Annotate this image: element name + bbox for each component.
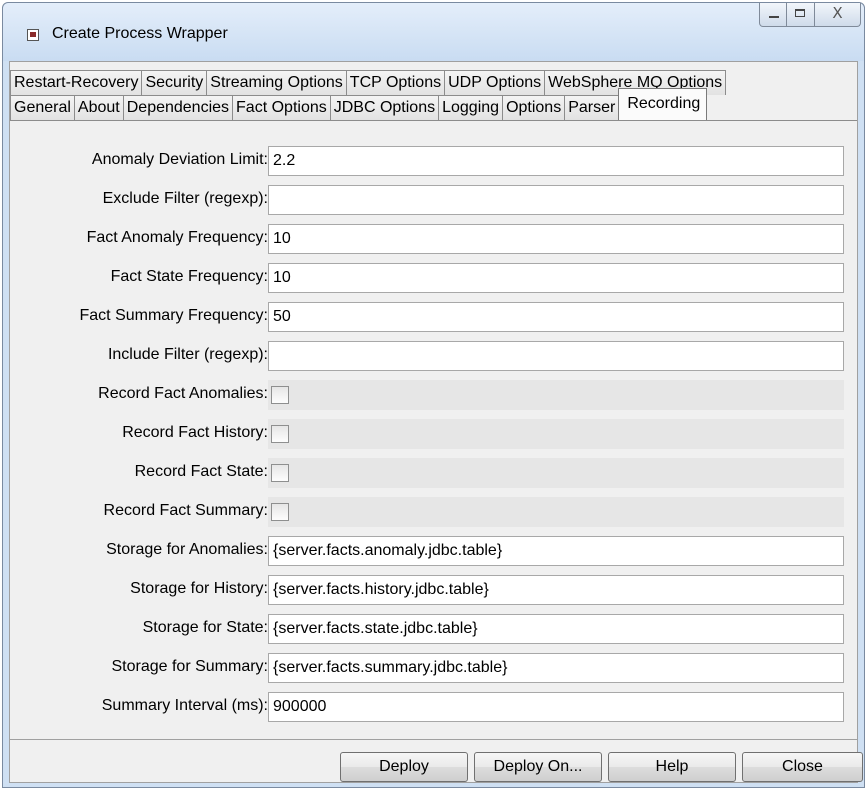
fact-summary-frequency-input[interactable]: 50 [268, 302, 844, 332]
dialog-client-area: Restart-Recovery Security Streaming Opti… [9, 61, 863, 783]
tab-row-2: General About Dependencies Fact Options … [10, 88, 708, 120]
tab-about[interactable]: About [73, 95, 124, 120]
form-row: Record Fact Summary: [10, 496, 857, 528]
deploy-on-button[interactable]: Deploy On... [474, 752, 602, 782]
form-row: Storage for Summary: {server.facts.summa… [10, 652, 857, 684]
record-fact-anomalies-label: Record Fact Anomalies: [98, 385, 268, 402]
fact-anomaly-frequency-label: Fact Anomaly Frequency: [86, 229, 268, 246]
form-row: Record Fact History: [10, 418, 857, 450]
storage-for-history-input[interactable]: {server.facts.history.jdbc.table} [268, 575, 844, 605]
form-row: Storage for History: {server.facts.histo… [10, 574, 857, 606]
tab-general[interactable]: General [10, 95, 75, 120]
record-fact-state-label: Record Fact State: [134, 463, 268, 480]
include-filter-input[interactable] [268, 341, 844, 371]
anomaly-deviation-limit-input[interactable]: 2.2 [268, 146, 844, 176]
exclude-filter-input[interactable] [268, 185, 844, 215]
form-row: Fact Summary Frequency: 50 [10, 301, 857, 333]
fact-state-frequency-label: Fact State Frequency: [110, 268, 268, 285]
record-fact-state-checkbox[interactable] [271, 464, 289, 482]
storage-for-anomalies-label: Storage for Anomalies: [106, 541, 268, 558]
tab-logging[interactable]: Logging [438, 95, 504, 120]
dialog-window: Create Process Wrapper X Restart-Recover… [2, 2, 865, 788]
help-button[interactable]: Help [608, 752, 736, 782]
recording-panel: Anomaly Deviation Limit: 2.2 Exclude Fil… [10, 120, 857, 740]
storage-for-history-label: Storage for History: [130, 580, 268, 597]
caption-buttons: X [759, 3, 861, 27]
storage-for-summary-input[interactable]: {server.facts.summary.jdbc.table} [268, 653, 844, 683]
form-row: Include Filter (regexp): [10, 340, 857, 372]
record-fact-summary-checkbox[interactable] [271, 503, 289, 521]
form-row: Anomaly Deviation Limit: 2.2 [10, 145, 857, 177]
record-fact-summary-label: Record Fact Summary: [103, 502, 268, 519]
record-fact-anomalies-checkbox[interactable] [271, 386, 289, 404]
fact-state-frequency-input[interactable]: 10 [268, 263, 844, 293]
fact-summary-frequency-label: Fact Summary Frequency: [79, 307, 269, 324]
storage-for-summary-label: Storage for Summary: [111, 658, 269, 675]
record-fact-history-row [268, 419, 844, 449]
summary-interval-label: Summary Interval (ms): [101, 697, 268, 714]
fact-anomaly-frequency-input[interactable]: 10 [268, 224, 844, 254]
storage-for-state-input[interactable]: {server.facts.state.jdbc.table} [268, 614, 844, 644]
form-row: Storage for Anomalies: {server.facts.ano… [10, 535, 857, 567]
tab-streaming-options[interactable]: Streaming Options [206, 70, 347, 95]
tab-options[interactable]: Options [502, 95, 566, 120]
summary-interval-input[interactable]: 900000 [268, 692, 844, 722]
close-icon: X [832, 4, 843, 22]
include-filter-label: Include Filter (regexp): [107, 346, 268, 363]
record-fact-state-row [268, 458, 844, 488]
tab-jdbc-options[interactable]: JDBC Options [329, 95, 440, 120]
storage-for-anomalies-input[interactable]: {server.facts.anomaly.jdbc.table} [268, 536, 844, 566]
title-bar[interactable]: Create Process Wrapper X [3, 3, 864, 61]
tab-tcp-options[interactable]: TCP Options [345, 70, 446, 95]
maximize-button[interactable] [787, 3, 815, 27]
storage-for-state-label: Storage for State: [142, 619, 268, 636]
deploy-button[interactable]: Deploy [340, 752, 468, 782]
tab-fact-options[interactable]: Fact Options [232, 95, 331, 120]
app-icon [27, 29, 39, 41]
form-row: Record Fact State: [10, 457, 857, 489]
tab-recording[interactable]: Recording [618, 88, 708, 120]
form-row: Fact Anomaly Frequency: 10 [10, 223, 857, 255]
tab-restart-recovery[interactable]: Restart-Recovery [10, 70, 143, 95]
tab-dependencies[interactable]: Dependencies [122, 95, 234, 120]
window-title: Create Process Wrapper [52, 25, 228, 42]
record-fact-anomalies-row [268, 380, 844, 410]
exclude-filter-label: Exclude Filter (regexp): [102, 190, 268, 207]
button-bar: Deploy Deploy On... Help Close [10, 740, 863, 782]
tab-security[interactable]: Security [141, 70, 208, 95]
form-row: Storage for State: {server.facts.state.j… [10, 613, 857, 645]
record-fact-summary-row [268, 497, 844, 527]
form-row: Record Fact Anomalies: [10, 379, 857, 411]
anomaly-deviation-limit-label: Anomaly Deviation Limit: [91, 151, 268, 168]
record-fact-history-label: Record Fact History: [122, 424, 268, 441]
form-row: Exclude Filter (regexp): [10, 184, 857, 216]
record-fact-history-checkbox[interactable] [271, 425, 289, 443]
tab-parser[interactable]: Parser [564, 95, 620, 120]
close-button[interactable]: Close [742, 752, 863, 782]
tab-udp-options[interactable]: UDP Options [444, 70, 546, 95]
minimize-button[interactable] [759, 3, 787, 27]
form-row: Fact State Frequency: 10 [10, 262, 857, 294]
form-row: Summary Interval (ms): 900000 [10, 691, 857, 723]
window-close-button[interactable]: X [815, 3, 861, 27]
